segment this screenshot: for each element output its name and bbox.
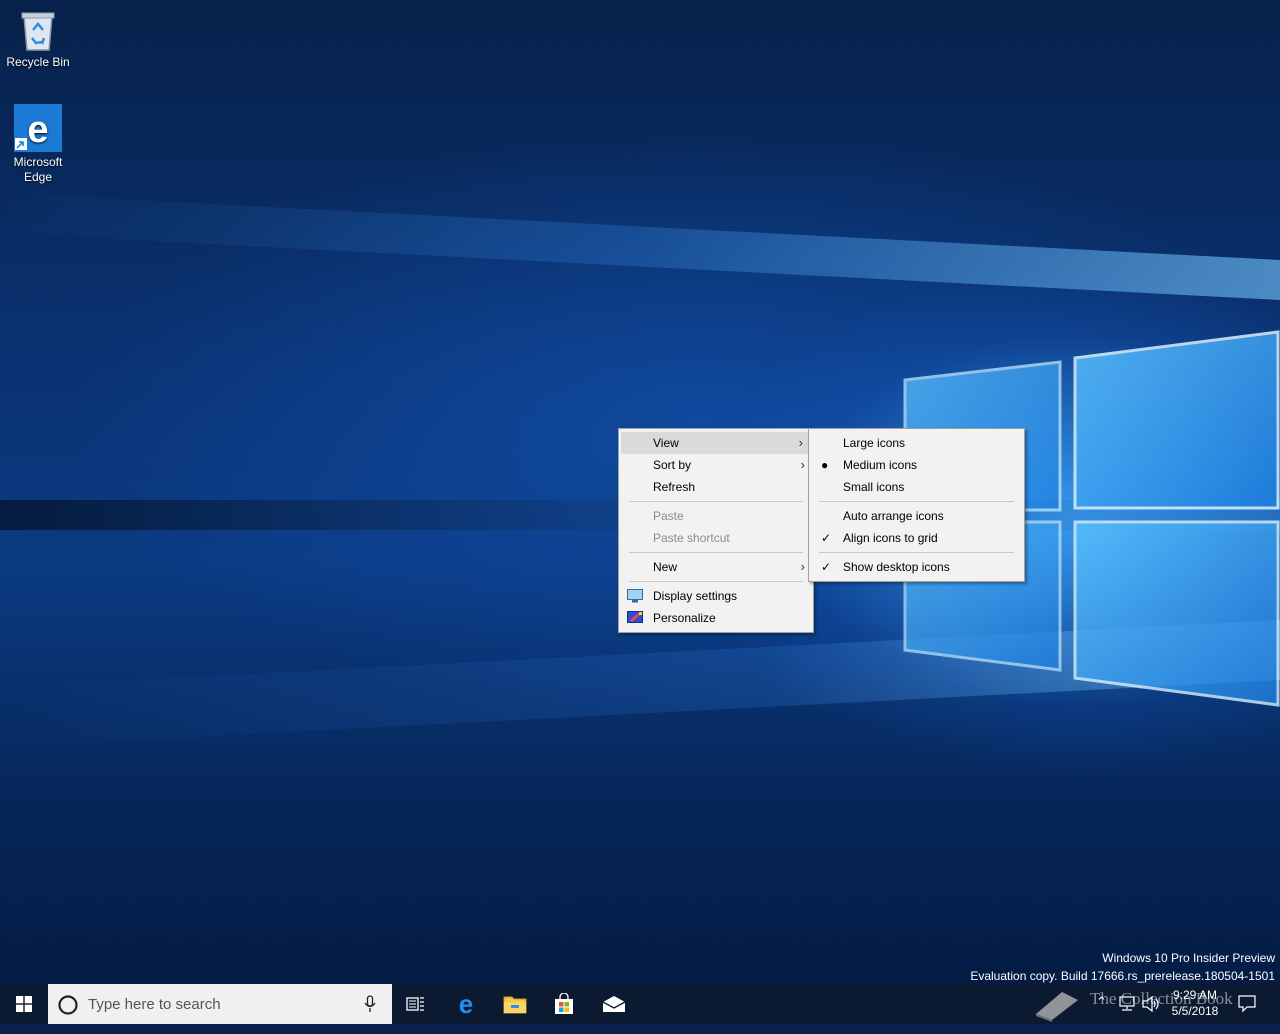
submenu-item-auto-arrange-label: Auto arrange icons bbox=[843, 509, 944, 523]
submenu-item-align-grid-label: Align icons to grid bbox=[843, 531, 938, 545]
menu-separator bbox=[629, 501, 803, 502]
chevron-right-icon: › bbox=[800, 559, 805, 574]
microphone-icon[interactable] bbox=[364, 995, 376, 1013]
menu-item-paste-shortcut[interactable]: Paste shortcut bbox=[619, 527, 813, 549]
task-view-button[interactable] bbox=[392, 984, 440, 1024]
submenu-item-small-icons[interactable]: Small icons bbox=[809, 476, 1024, 498]
submenu-item-align-grid[interactable]: ✓ Align icons to grid bbox=[809, 527, 1024, 549]
taskbar-mail-button[interactable] bbox=[590, 984, 638, 1024]
menu-separator bbox=[819, 501, 1014, 502]
start-button[interactable] bbox=[0, 984, 48, 1024]
svg-text:e: e bbox=[27, 109, 48, 151]
menu-separator bbox=[629, 552, 803, 553]
submenu-item-show-desktop-icons[interactable]: ✓ Show desktop icons bbox=[809, 556, 1024, 578]
edge-icon: e bbox=[459, 992, 473, 1016]
taskbar-store-button[interactable] bbox=[540, 984, 588, 1024]
microsoft-edge-label: Microsoft Edge bbox=[13, 155, 63, 184]
mail-icon bbox=[602, 996, 626, 1012]
submenu-item-medium-icons[interactable]: ● Medium icons bbox=[809, 454, 1024, 476]
menu-item-sort-by-label: Sort by bbox=[653, 458, 692, 472]
store-icon bbox=[555, 993, 573, 1014]
svg-text:e: e bbox=[459, 992, 473, 1016]
menu-item-view-label: View bbox=[653, 436, 679, 450]
menu-item-sort-by[interactable]: Sort by › bbox=[619, 454, 813, 476]
menu-item-paste-shortcut-label: Paste shortcut bbox=[653, 531, 730, 545]
system-clock[interactable]: 9:29 AM 5/5/2018 bbox=[1165, 987, 1225, 1019]
chevron-right-icon: › bbox=[800, 457, 805, 472]
desktop-context-menu: View › Sort by › Refresh Paste Paste sho… bbox=[618, 428, 814, 633]
network-icon[interactable] bbox=[1118, 996, 1136, 1012]
taskbar: Type here to search e The Collection Boo… bbox=[0, 984, 1280, 1024]
menu-item-new-label: New bbox=[653, 560, 678, 574]
watermark-line-1: Windows 10 Pro Insider Preview bbox=[1102, 951, 1275, 965]
submenu-item-auto-arrange[interactable]: Auto arrange icons bbox=[809, 505, 1024, 527]
menu-item-refresh-label: Refresh bbox=[653, 480, 696, 494]
recycle-bin-desktop-icon[interactable]: Recycle Bin bbox=[0, 8, 76, 70]
submenu-item-small-icons-label: Small icons bbox=[843, 480, 905, 494]
checkmark-icon: ✓ bbox=[821, 531, 832, 545]
menu-item-display-settings[interactable]: Display settings bbox=[619, 585, 813, 607]
checkmark-icon: ✓ bbox=[821, 560, 832, 574]
clock-time: 9:29 AM bbox=[1172, 988, 1218, 1002]
microsoft-edge-desktop-icon[interactable]: e Microsoft Edge bbox=[0, 104, 76, 185]
task-view-icon bbox=[406, 997, 424, 1011]
clock-date: 5/5/2018 bbox=[1171, 1004, 1219, 1018]
action-center-icon[interactable] bbox=[1238, 995, 1256, 1013]
folder-icon bbox=[503, 996, 527, 1014]
menu-separator bbox=[819, 552, 1014, 553]
display-settings-icon bbox=[627, 589, 643, 603]
menu-item-personalize[interactable]: Personalize bbox=[619, 607, 813, 629]
view-submenu: Large icons ● Medium icons Small icons A… bbox=[808, 428, 1025, 582]
watermark-line-2: Evaluation copy. Build 17666.rs_prerelea… bbox=[970, 969, 1275, 983]
cortana-icon bbox=[58, 995, 78, 1015]
menu-item-view[interactable]: View › bbox=[621, 432, 811, 454]
submenu-item-large-icons[interactable]: Large icons bbox=[809, 432, 1024, 454]
chevron-right-icon: › bbox=[798, 435, 803, 450]
submenu-item-medium-icons-label: Medium icons bbox=[843, 458, 918, 472]
recycle-bin-label: Recycle Bin bbox=[6, 55, 70, 69]
menu-separator bbox=[629, 581, 803, 582]
collection-book-logo-icon bbox=[1036, 992, 1078, 1022]
taskbar-search-box[interactable]: Type here to search bbox=[48, 984, 392, 1024]
menu-item-display-settings-label: Display settings bbox=[653, 589, 738, 603]
menu-item-paste-label: Paste bbox=[653, 509, 684, 523]
volume-icon[interactable] bbox=[1142, 996, 1160, 1012]
submenu-item-large-icons-label: Large icons bbox=[843, 436, 906, 450]
taskbar-edge-button[interactable]: e bbox=[442, 984, 490, 1024]
radio-dot-icon: ● bbox=[821, 458, 829, 472]
submenu-item-show-desktop-icons-label: Show desktop icons bbox=[843, 560, 950, 574]
menu-item-paste[interactable]: Paste bbox=[619, 505, 813, 527]
chevron-up-icon[interactable]: ⌃ bbox=[1096, 994, 1107, 1034]
light-beam bbox=[0, 192, 1280, 300]
edge-icon: e bbox=[14, 104, 62, 152]
recycle-bin-icon bbox=[21, 12, 55, 51]
taskbar-file-explorer-button[interactable] bbox=[491, 984, 539, 1024]
menu-item-new[interactable]: New › bbox=[619, 556, 813, 578]
personalize-icon bbox=[627, 611, 643, 623]
windows-start-icon bbox=[16, 996, 32, 1012]
menu-item-personalize-label: Personalize bbox=[653, 611, 716, 625]
search-placeholder: Type here to search bbox=[88, 996, 221, 1013]
menu-item-refresh[interactable]: Refresh bbox=[619, 476, 813, 498]
